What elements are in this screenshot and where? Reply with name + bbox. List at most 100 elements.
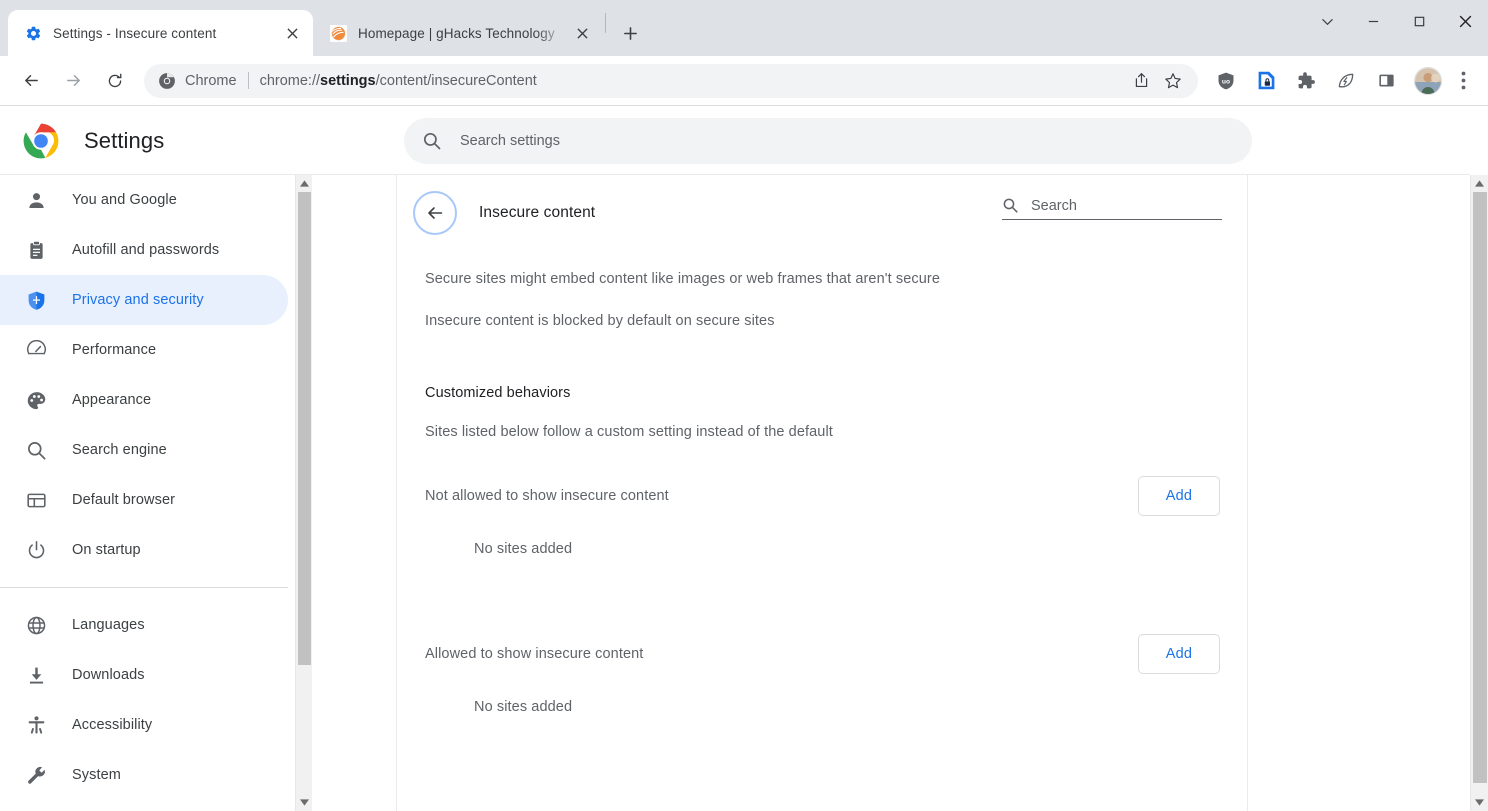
wrench-icon — [25, 764, 47, 786]
reload-icon[interactable] — [98, 64, 132, 98]
sidebar-item-languages[interactable]: Languages — [0, 600, 288, 650]
sidebar-item-label: Downloads — [72, 667, 145, 683]
customized-behaviors-subtitle: Sites listed below follow a custom setti… — [425, 424, 833, 440]
ublock-origin-icon[interactable]: uo — [1211, 66, 1241, 96]
sidebar-item-appearance[interactable]: Appearance — [0, 375, 288, 425]
add-button-allowed[interactable]: Add — [1138, 634, 1220, 674]
maximize-icon[interactable] — [1396, 0, 1442, 42]
sidebar-item-label: Autofill and passwords — [72, 242, 220, 258]
url-bold-segment: settings — [320, 72, 376, 89]
person-icon — [25, 189, 47, 211]
scroll-up-arrow-icon[interactable] — [296, 175, 313, 192]
browser-tab-active[interactable]: Settings - Insecure content — [8, 10, 313, 56]
settings-sidebar: You and Google Autofill and passwords Pr… — [0, 175, 295, 811]
sidebar-item-search-engine[interactable]: Search engine — [0, 425, 288, 475]
sidebar-item-privacy-and-security[interactable]: Privacy and security — [0, 275, 288, 325]
close-icon[interactable] — [281, 22, 303, 44]
browser-tab-inactive[interactable]: Homepage | gHacks Technology — [313, 10, 603, 56]
chrome-logo — [22, 122, 60, 160]
tab-separator — [605, 13, 606, 33]
back-navigation-icon[interactable] — [14, 64, 48, 98]
bookmark-star-icon[interactable] — [1158, 66, 1188, 96]
description-line-2: Insecure content is blocked by default o… — [425, 313, 775, 329]
sidebar-scrollbar[interactable] — [295, 175, 313, 811]
scroll-down-arrow-icon[interactable] — [296, 794, 313, 811]
search-settings-placeholder: Search settings — [460, 133, 560, 149]
svg-text:uo: uo — [1222, 78, 1230, 85]
sidebar-item-autofill-and-passwords[interactable]: Autofill and passwords — [0, 225, 288, 275]
eco-leaf-icon[interactable] — [1331, 66, 1361, 96]
power-icon — [25, 539, 47, 561]
permission-group-allowed: Allowed to show insecure content Add — [397, 634, 1247, 674]
new-tab-button[interactable] — [614, 17, 646, 49]
omnibox-scheme-label: Chrome — [185, 72, 237, 89]
puzzle-extensions-icon[interactable] — [1291, 66, 1321, 96]
sidebar-item-performance[interactable]: Performance — [0, 325, 288, 375]
sidebar-item-label: Accessibility — [72, 717, 153, 733]
shield-icon — [25, 289, 47, 311]
right-whitespace — [1250, 175, 1470, 811]
chevron-down-icon[interactable] — [1304, 0, 1350, 42]
omnibox-divider — [247, 72, 249, 89]
window-controls — [1304, 0, 1488, 42]
sidebar-scrollbar-thumb[interactable] — [298, 192, 311, 665]
search-icon — [422, 131, 442, 151]
share-icon[interactable] — [1126, 66, 1156, 96]
sidebar-item-label: On startup — [72, 542, 141, 558]
customized-behaviors-title: Customized behaviors — [425, 385, 571, 401]
browser-toolbar: Chrome chrome://settings/content/insecur… — [0, 56, 1488, 106]
page-title: Settings — [84, 128, 165, 153]
gear-icon — [24, 24, 42, 42]
sidebar-item-you-and-google[interactable]: You and Google — [0, 175, 288, 225]
close-icon[interactable] — [1442, 0, 1488, 42]
page-lock-extension-icon[interactable] — [1251, 66, 1281, 96]
panel-search-placeholder: Search — [1031, 198, 1077, 214]
sidebar-item-label: Search engine — [72, 442, 167, 458]
permission-group-not-allowed: Not allowed to show insecure content Add — [397, 476, 1247, 516]
side-panel-icon[interactable] — [1371, 66, 1401, 96]
sidebar-item-downloads[interactable]: Downloads — [0, 650, 288, 700]
download-icon — [25, 664, 47, 686]
tab-strip: Settings - Insecure content Homepage | g… — [0, 0, 1488, 56]
sidebar-item-label: Languages — [72, 617, 145, 633]
empty-state-allowed: No sites added — [474, 699, 573, 715]
profile-avatar[interactable] — [1414, 66, 1442, 95]
description-line-1: Secure sites might embed content like im… — [425, 271, 940, 287]
sidebar-divider — [0, 587, 288, 588]
empty-state-not-allowed: No sites added — [474, 541, 573, 557]
search-settings-input[interactable]: Search settings — [404, 118, 1252, 164]
address-bar[interactable]: Chrome chrome://settings/content/insecur… — [144, 63, 1198, 98]
settings-body: You and Google Autofill and passwords Pr… — [0, 175, 1470, 811]
omnibox-actions — [1126, 66, 1190, 96]
sidebar-item-accessibility[interactable]: Accessibility — [0, 700, 288, 750]
url-prefix: chrome:// — [259, 72, 321, 89]
scroll-up-arrow-icon[interactable] — [1471, 175, 1488, 192]
browser-window-icon — [25, 489, 47, 511]
back-button[interactable] — [413, 191, 457, 235]
tabs-container: Settings - Insecure content Homepage | g… — [0, 0, 646, 56]
tab-title: Homepage | gHacks Technology — [358, 25, 555, 41]
url-suffix: /content/insecureContent — [375, 72, 537, 89]
settings-header: Settings Search settings — [0, 107, 1470, 175]
minimize-icon[interactable] — [1350, 0, 1396, 42]
add-button-not-allowed[interactable]: Add — [1138, 476, 1220, 516]
sidebar-item-system[interactable]: System — [0, 750, 288, 800]
three-dot-menu-icon[interactable] — [1448, 64, 1478, 98]
close-icon[interactable] — [571, 22, 593, 44]
sidebar-item-label: Default browser — [72, 492, 176, 508]
sidebar-item-label: Performance — [72, 342, 157, 358]
scroll-down-arrow-icon[interactable] — [1471, 794, 1488, 811]
sidebar-item-default-browser[interactable]: Default browser — [0, 475, 288, 525]
forward-navigation-icon[interactable] — [56, 64, 90, 98]
globe-icon — [25, 614, 47, 636]
sidebar-item-on-startup[interactable]: On startup — [0, 525, 288, 575]
page-scrollbar[interactable] — [1470, 175, 1488, 811]
page-scrollbar-thumb[interactable] — [1473, 192, 1487, 783]
clipboard-icon — [25, 239, 47, 261]
sidebar-item-label: Privacy and security — [72, 292, 204, 308]
sidebar-item-label: You and Google — [72, 192, 177, 208]
ghacks-swirl-icon — [329, 24, 347, 42]
sidebar-item-label: System — [72, 767, 121, 783]
panel-search-input[interactable]: Search — [1002, 197, 1222, 220]
